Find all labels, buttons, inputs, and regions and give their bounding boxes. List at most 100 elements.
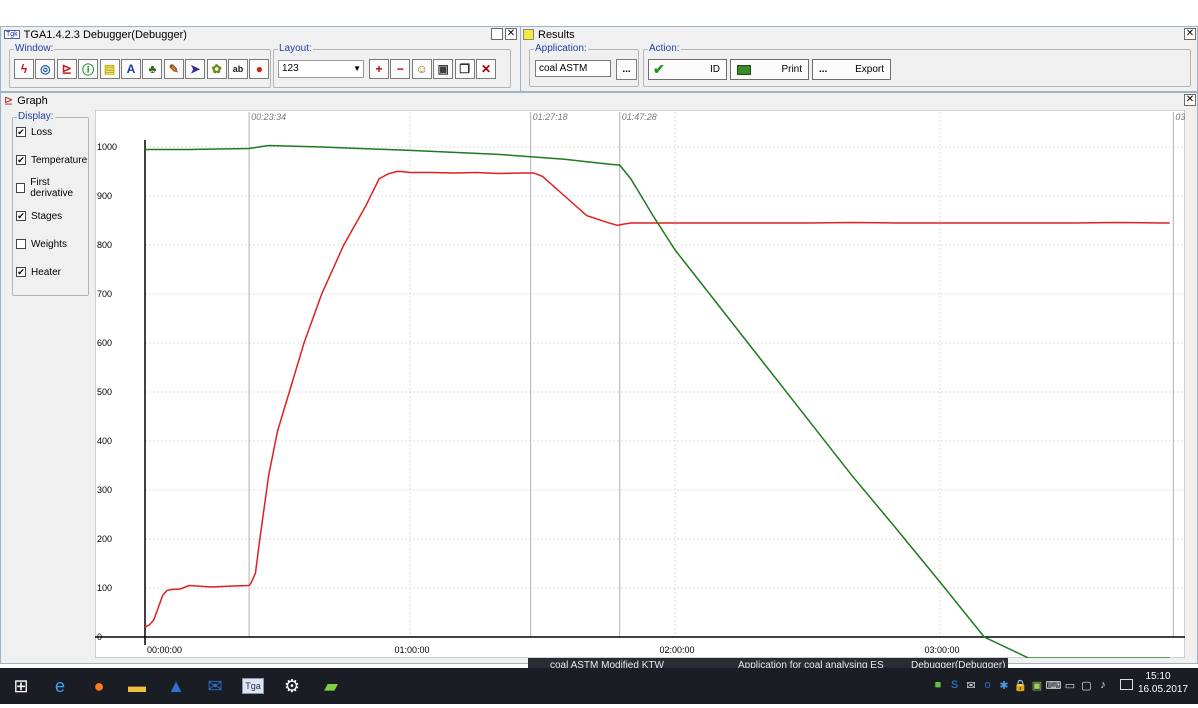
checkbox-empty-icon[interactable] — [16, 183, 26, 193]
tga-taskbar-label: Tga — [242, 678, 264, 694]
plus-icon[interactable]: + — [369, 59, 389, 79]
graph-chart[interactable]: 0100200300400500600700800900100000:00:00… — [95, 110, 1185, 658]
layout-select-value: 123 — [282, 63, 299, 74]
display-option-label: Loss — [31, 126, 53, 138]
green-square-icon[interactable]: ■ — [930, 677, 946, 693]
notepad-icon[interactable]: ▰ — [316, 672, 346, 700]
skype-icon[interactable]: S — [947, 677, 963, 693]
checkbox-empty-icon[interactable] — [16, 239, 26, 249]
y-tick-label: 200 — [97, 534, 112, 544]
display-option-weights[interactable]: Weights — [16, 237, 67, 251]
id-button[interactable]: ✔ ID — [648, 59, 727, 80]
globe-icon[interactable]: ◎ — [35, 59, 56, 79]
image-icon[interactable]: ▣ — [433, 59, 454, 79]
print-button[interactable]: Print — [730, 59, 809, 80]
display-option-heater[interactable]: ✔ Heater — [16, 265, 61, 279]
y-tick-label: 800 — [97, 240, 112, 250]
chevron-down-icon: ▼ — [353, 64, 361, 73]
lightning-icon[interactable]: ϟ — [14, 59, 34, 79]
outlook-tray-icon[interactable]: o — [980, 677, 996, 693]
y-tick-label: 300 — [97, 485, 112, 495]
monitor-icon[interactable]: ▢ — [1079, 677, 1095, 693]
firefox-icon[interactable]: ● — [84, 672, 114, 700]
yellow-note-icon[interactable]: ▤ — [99, 59, 120, 79]
minus-icon[interactable]: − — [390, 59, 411, 79]
info-icon[interactable]: ⓘ — [78, 59, 99, 79]
application-browse-button[interactable]: ... — [616, 59, 637, 80]
ball-icon[interactable]: ● — [249, 59, 270, 79]
internet-explorer-icon[interactable]: e — [45, 672, 75, 700]
results-titlebar[interactable]: Results ✕ — [521, 27, 1197, 42]
palette-icon[interactable]: ☺ — [411, 59, 432, 79]
text-a-icon[interactable]: A — [121, 59, 141, 79]
results-window: Results ✕ Application: coal ASTM ... Act… — [520, 26, 1198, 92]
stage-label: 00:23:34 — [251, 112, 286, 122]
tga-titlebar[interactable]: Tgk TGA1.4.2.3 Debugger(Debugger) ✕ — [1, 27, 520, 42]
graph-icon[interactable]: ⊵ — [56, 59, 77, 79]
layout-select[interactable]: 123 ▼ — [278, 60, 364, 78]
desktop: Tgk TGA1.4.2.3 Debugger(Debugger) ✕ Wind… — [0, 0, 1198, 708]
ab-text-icon[interactable]: ab — [228, 59, 248, 79]
mail-icon[interactable]: ✉ — [963, 677, 979, 693]
file-explorer-icon[interactable]: ▬ — [122, 672, 152, 700]
stage-label: 01:27:18 — [533, 112, 568, 122]
x-tick-label: 02:00:00 — [660, 645, 695, 655]
x-tick-label: 01:00:00 — [394, 645, 429, 655]
clock-time: 15:10 — [1145, 671, 1171, 682]
close-x-icon[interactable]: ✕ — [476, 59, 496, 79]
export-button[interactable]: ... Export — [812, 59, 891, 80]
graph-titlebar[interactable]: ⊵ Graph ✕ — [1, 93, 1197, 108]
y-tick-label: 1000 — [97, 142, 117, 152]
cursor-icon[interactable]: ➤ — [185, 59, 206, 79]
layout-group-label: Layout: — [279, 43, 312, 54]
display-option-stages[interactable]: ✔ Stages — [16, 209, 62, 223]
close-icon[interactable]: ✕ — [1184, 94, 1196, 106]
clock[interactable]: 15:10 16.05.2017 — [1138, 670, 1188, 696]
taskbar: ⊞ e ● ▬ ▲ ✉ Tga ⚙ ▰ ■ S ✉ o ✱ 🔒 ▣ ⌨ ▭ ▢ ♪ 15:10 16.05.2017 — [0, 668, 1198, 704]
stage-label: 03:52:50 — [1175, 112, 1185, 122]
close-icon[interactable]: ✕ — [505, 28, 517, 40]
display-option-loss[interactable]: ✔ Loss — [16, 125, 52, 139]
action-group-label: Action: — [649, 43, 680, 54]
display-option-label: First derivative — [30, 177, 74, 199]
display-option-first-derivative[interactable]: First derivative — [16, 177, 89, 199]
stage-label: 01:47:28 — [622, 112, 657, 122]
tree-icon[interactable]: ♣ — [142, 59, 163, 79]
network-icon[interactable]: ▣ — [1029, 677, 1045, 693]
settings-icon[interactable]: ⚙ — [277, 672, 307, 700]
app-logo-icon: Tgk — [4, 30, 20, 39]
outlook-icon[interactable]: ✉ — [200, 672, 230, 700]
application-field[interactable]: coal ASTM — [535, 60, 611, 77]
checkbox-checked-icon[interactable]: ✔ — [16, 267, 26, 277]
printer-icon — [737, 64, 751, 75]
windows-start-icon[interactable]: ⊞ — [6, 672, 36, 700]
display-option-temperature[interactable]: ✔ Temperature — [16, 153, 87, 167]
restore-icon[interactable] — [491, 28, 503, 40]
y-tick-label: 500 — [97, 387, 112, 397]
gear-icon[interactable]: ✿ — [206, 59, 227, 79]
graph-window-title: Graph — [17, 94, 48, 107]
close-icon[interactable]: ✕ — [1184, 28, 1196, 40]
lock-icon[interactable]: 🔒 — [1013, 677, 1029, 693]
display-option-label: Temperature — [31, 154, 88, 166]
notification-icon[interactable] — [1120, 679, 1133, 690]
display-option-label: Stages — [31, 210, 63, 222]
id-button-label: ID — [710, 64, 720, 75]
tga-window: Tgk TGA1.4.2.3 Debugger(Debugger) ✕ Wind… — [0, 26, 521, 92]
checkbox-checked-icon[interactable]: ✔ — [16, 155, 26, 165]
windows-icon[interactable]: ❐ — [454, 59, 475, 79]
checkbox-checked-icon[interactable]: ✔ — [16, 127, 26, 137]
pencil-icon[interactable]: ✎ — [163, 59, 184, 79]
tga-window-title: TGA1.4.2.3 Debugger(Debugger) — [23, 28, 187, 41]
bluetooth-icon[interactable]: ✱ — [996, 677, 1012, 693]
y-tick-label: 700 — [97, 289, 112, 299]
y-tick-label: 600 — [97, 338, 112, 348]
x-tick-label: 00:00:00 — [147, 645, 182, 655]
tga-icon[interactable]: Tga — [238, 672, 268, 700]
plot-background — [95, 110, 1185, 658]
volume-icon[interactable]: ♪ — [1095, 677, 1111, 693]
chart-app-icon[interactable]: ▲ — [161, 672, 191, 700]
keyboard-icon[interactable]: ⌨ — [1046, 677, 1062, 693]
checkbox-checked-icon[interactable]: ✔ — [16, 211, 26, 221]
battery-icon[interactable]: ▭ — [1062, 677, 1078, 693]
